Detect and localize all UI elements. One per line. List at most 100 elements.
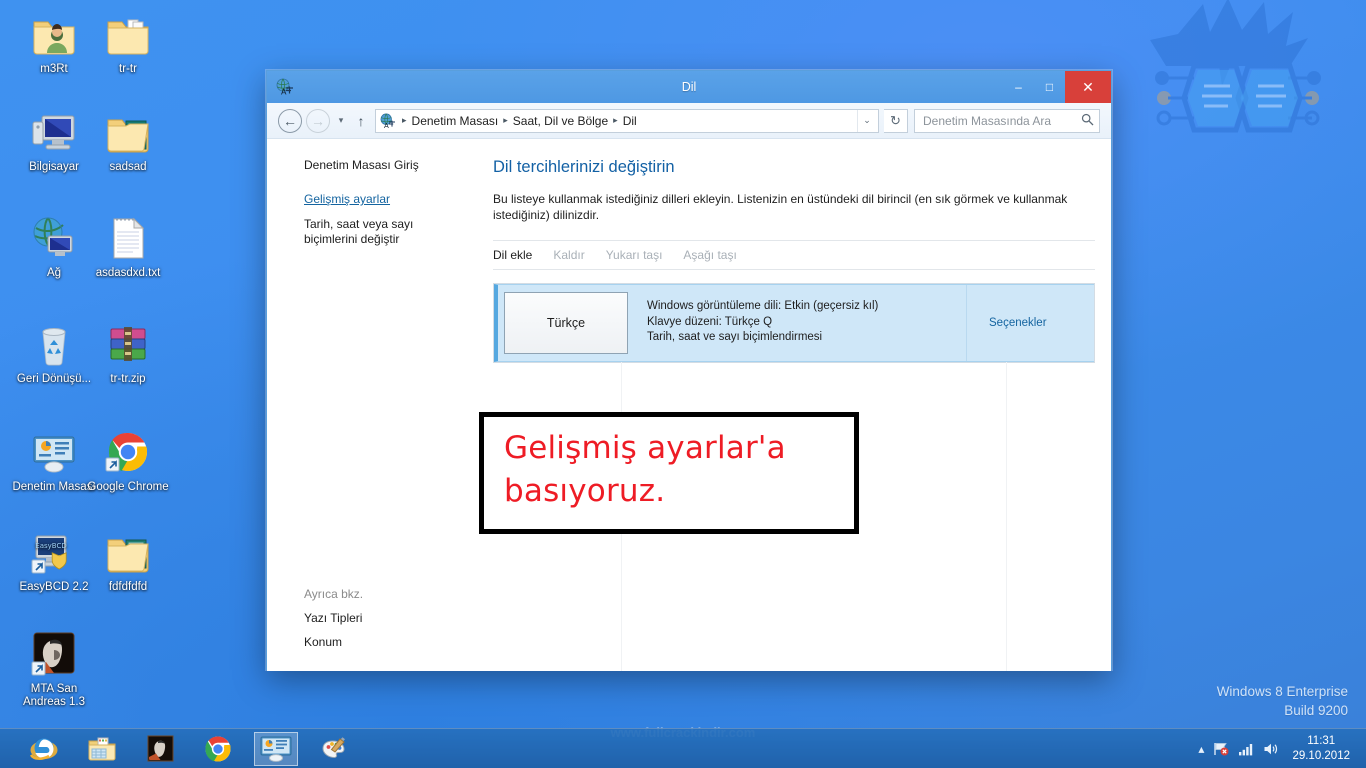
see-also-header: Ayrıca bkz. [304, 587, 364, 601]
desktop-icon-label: m3Rt [40, 63, 68, 75]
desktop-icon-label: Geri Dönüşü... [16, 373, 92, 385]
recycle-bin-icon [30, 320, 78, 368]
desktop-icon-easybcd[interactable]: EasyBCD EasyBCD 2.2 [12, 528, 96, 594]
close-button[interactable]: ✕ [1065, 71, 1111, 103]
desktop: m3Rt tr-tr Bilgisayar sadsad Ağ asdasdxd… [0, 0, 1366, 768]
maximize-button[interactable]: □ [1034, 71, 1065, 103]
desktop-icon-sadsad[interactable]: sadsad [86, 108, 170, 174]
taskbar-item-file-explorer[interactable] [80, 732, 124, 766]
taskbar-item-paint[interactable] [312, 732, 356, 766]
svg-text:EasyBCD: EasyBCD [35, 542, 66, 550]
wallpaper-emblem-icon [1150, 0, 1321, 133]
language-control-panel-window: A Dil – □ ✕ ← → ▾ ↑ A ▸ Denetim Masası ▸… [266, 70, 1112, 671]
content-pane: Dil tercihlerinizi değiştirin Bu listeye… [475, 139, 1111, 671]
see-also-item-location[interactable]: Konum [304, 635, 363, 649]
desktop-icon-label: MTA San Andreas 1.3 [22, 683, 85, 708]
clock[interactable]: 11:31 29.10.2012 [1288, 734, 1356, 764]
desktop-icon-label: sadsad [109, 161, 147, 173]
desktop-icon-geri-donusum[interactable]: Geri Dönüşü... [12, 320, 96, 386]
sidebar: Denetim Masası Giriş Gelişmiş ayarlar Ta… [267, 139, 475, 671]
desktop-icon-label: Ağ [46, 267, 62, 279]
refresh-button[interactable]: ↻ [884, 108, 908, 133]
window-controls: – □ ✕ [1003, 71, 1111, 103]
language-options-cell: Seçenekler [966, 285, 1094, 361]
desktop-icon-m3rt[interactable]: m3Rt [12, 10, 96, 76]
desktop-icon-mta-san-andreas[interactable]: MTA San Andreas 1.3 [12, 630, 96, 709]
taskbar-apps [0, 731, 356, 766]
taskbar-item-control-panel[interactable] [254, 731, 298, 766]
annotation-callout: Gelişmiş ayarlar'a basıyoruz. [479, 412, 859, 534]
winrar-archive-icon [104, 320, 152, 368]
taskbar-item-mta-san-andreas[interactable] [138, 732, 182, 766]
network-signal-icon[interactable] [1238, 742, 1254, 756]
desktop-icon-asdasdxd-txt[interactable]: asdasdxd.txt [86, 214, 170, 280]
desktop-icon-ag[interactable]: Ağ [12, 214, 96, 280]
desktop-icon-label: Bilgisayar [29, 161, 79, 173]
control-panel-icon [30, 428, 78, 476]
sidebar-item-control-panel-home[interactable]: Denetim Masası Giriş [304, 158, 461, 172]
remove-language-button: Kaldır [553, 248, 585, 262]
breadcrumb-item-denetim-masasi[interactable]: Denetim Masası [409, 114, 502, 128]
system-tray: ▴ 11:31 29.10.2012 [1198, 734, 1366, 764]
taskbar-item-google-chrome[interactable] [196, 732, 240, 766]
language-icon: A [380, 113, 395, 129]
address-bar-row: ← → ▾ ↑ A ▸ Denetim Masası ▸ Saat, Dil v… [267, 103, 1111, 139]
easybcd-icon: EasyBCD [30, 528, 78, 576]
annotation-line-1: Gelişmiş ayarlar'a [504, 430, 786, 466]
search-input[interactable]: Denetim Masasında Ara [914, 108, 1100, 133]
desktop-icon-fdfdfdfd[interactable]: fdfdfdfd [86, 528, 170, 594]
desktop-icon-google-chrome[interactable]: Google Chrome [86, 428, 170, 494]
forward-button[interactable]: → [306, 108, 330, 133]
clock-time: 11:31 [1307, 734, 1336, 747]
desktop-icon-label: tr-tr.zip [110, 373, 146, 385]
language-options-link[interactable]: Seçenekler [989, 317, 1047, 329]
minimize-button[interactable]: – [1003, 71, 1034, 103]
window-titlebar[interactable]: A Dil – □ ✕ [267, 71, 1111, 103]
add-language-button[interactable]: Dil ekle [493, 248, 532, 262]
breadcrumb-separator: ▸ [402, 115, 407, 125]
desktop-icon-denetim-masasi[interactable]: Denetim Masası [12, 428, 96, 494]
sidebar-item-change-date-time-number-formats[interactable]: Tarih, saat veya sayı biçimlerini değişt… [304, 217, 461, 247]
desktop-icon-label: EasyBCD 2.2 [19, 581, 89, 593]
folder-picture-icon [104, 528, 152, 576]
file-explorer-icon [88, 737, 116, 760]
language-details: Windows görüntüleme dili: Etkin (geçersi… [628, 285, 966, 361]
language-keyboard-line: Klavye düzeni: Türkçe Q [647, 315, 773, 328]
control-panel-icon [260, 736, 292, 762]
desktop-icon-tr-tr[interactable]: tr-tr [86, 10, 170, 76]
taskbar: ▴ 11:31 29.10.2012 [0, 728, 1366, 768]
network-icon [30, 214, 78, 262]
breadcrumb[interactable]: A ▸ Denetim Masası ▸ Saat, Dil ve Bölge … [375, 108, 879, 133]
volume-icon[interactable] [1263, 742, 1279, 756]
desktop-icon-label: fdfdfdfd [108, 581, 148, 593]
address-dropdown-chevron-down-icon[interactable]: ⌄ [857, 109, 876, 132]
chrome-icon [205, 735, 231, 762]
command-bar: Dil ekle Kaldır Yukarı taşı Aşağı taşı [493, 240, 1095, 270]
paint-icon [322, 736, 345, 758]
recent-locations-chevron-down-icon[interactable]: ▾ [332, 115, 350, 126]
language-list: Türkçe Windows görüntüleme dili: Etkin (… [493, 283, 1095, 363]
annotation-line-2: basıyoruz. [504, 473, 666, 509]
watermark-build-number: Build 9200 [1284, 703, 1348, 718]
show-hidden-icons-chevron-up-icon[interactable]: ▴ [1198, 742, 1204, 756]
breadcrumb-item-saat-dil-ve-bolge[interactable]: Saat, Dil ve Bölge [510, 114, 611, 128]
folder-files-icon [104, 10, 152, 58]
see-also-item-fonts[interactable]: Yazı Tipleri [304, 611, 363, 625]
internet-explorer-icon [29, 738, 58, 760]
action-center-flag-icon[interactable] [1213, 741, 1229, 757]
see-also-section: Ayrıca bkz. Yazı Tipleri Konum [304, 587, 363, 649]
desktop-icon-bilgisayar[interactable]: Bilgisayar [12, 108, 96, 174]
window-title: Dil [681, 80, 697, 94]
chrome-icon [104, 428, 152, 476]
breadcrumb-item-dil[interactable]: Dil [620, 114, 640, 128]
back-button[interactable]: ← [278, 108, 302, 133]
sidebar-item-advanced-settings[interactable]: Gelişmiş ayarlar [304, 192, 461, 207]
watermark-os-name: Windows 8 Enterprise [1216, 684, 1348, 699]
taskbar-item-internet-explorer[interactable] [22, 732, 66, 766]
up-button[interactable]: ↑ [350, 113, 372, 129]
desktop-icon-tr-tr-zip[interactable]: tr-tr.zip [86, 320, 170, 386]
clock-date: 29.10.2012 [1292, 749, 1350, 762]
mta-san-andreas-icon [30, 630, 78, 678]
language-list-item-turkce[interactable]: Türkçe Windows görüntüleme dili: Etkin (… [494, 284, 1094, 362]
content-divider-right [1006, 309, 1007, 671]
